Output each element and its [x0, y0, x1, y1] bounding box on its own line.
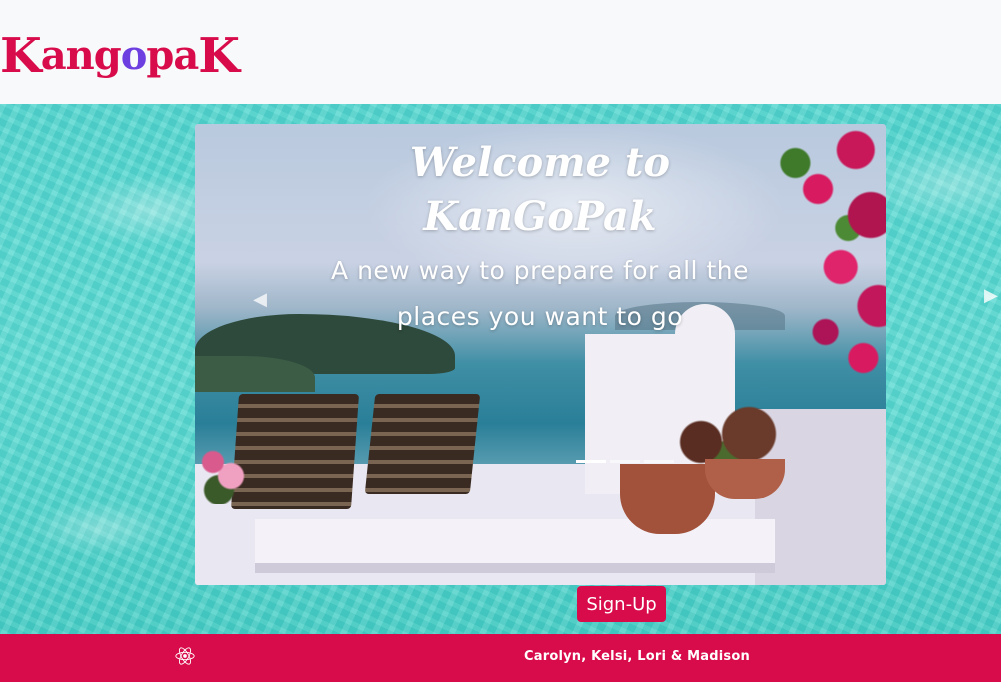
logo-letter-k: K: [0, 28, 42, 84]
chevron-left-icon: ◀: [253, 288, 267, 310]
flower-pot: [620, 464, 715, 534]
react-icon: [175, 647, 195, 665]
flower-pot: [705, 459, 785, 499]
carousel-indicator[interactable]: [610, 460, 640, 463]
carousel-indicator[interactable]: [644, 460, 674, 463]
footer: Carolyn, Kelsi, Lori & Madison: [0, 634, 1001, 682]
carousel-caption-subtitle: A new way to prepare for all the places …: [315, 248, 765, 340]
carousel-prev-button[interactable]: ◀: [245, 284, 275, 314]
sign-up-button[interactable]: Sign-Up: [577, 586, 666, 622]
title-line: Welcome to: [409, 139, 671, 186]
logo-letter-o: o: [120, 32, 148, 79]
navbar: Kang o pa K: [0, 0, 1001, 104]
carousel-next-button[interactable]: ▶: [984, 280, 1001, 310]
logo-segment-pa: pa: [146, 32, 199, 79]
pink-flowers: [195, 434, 255, 504]
logo-letter-k-end: K: [198, 28, 240, 84]
carousel-indicators: [576, 460, 674, 463]
footer-credits: Carolyn, Kelsi, Lori & Madison: [524, 649, 750, 664]
carousel-caption-title: Welcome to KanGoPak: [390, 136, 690, 244]
title-line: KanGoPak: [423, 193, 657, 240]
logo-segment-ang: ang: [40, 32, 122, 79]
hero-carousel: Welcome to KanGoPak A new way to prepare…: [195, 124, 886, 585]
subtitle-line: places you want to go: [396, 302, 684, 331]
deck-chair: [364, 394, 481, 494]
kangopak-logo[interactable]: Kang o pa K: [0, 18, 240, 84]
subtitle-line: A new way to prepare for all the: [331, 256, 749, 285]
carousel-indicator[interactable]: [576, 460, 606, 463]
chevron-right-icon: ▶: [984, 284, 998, 306]
